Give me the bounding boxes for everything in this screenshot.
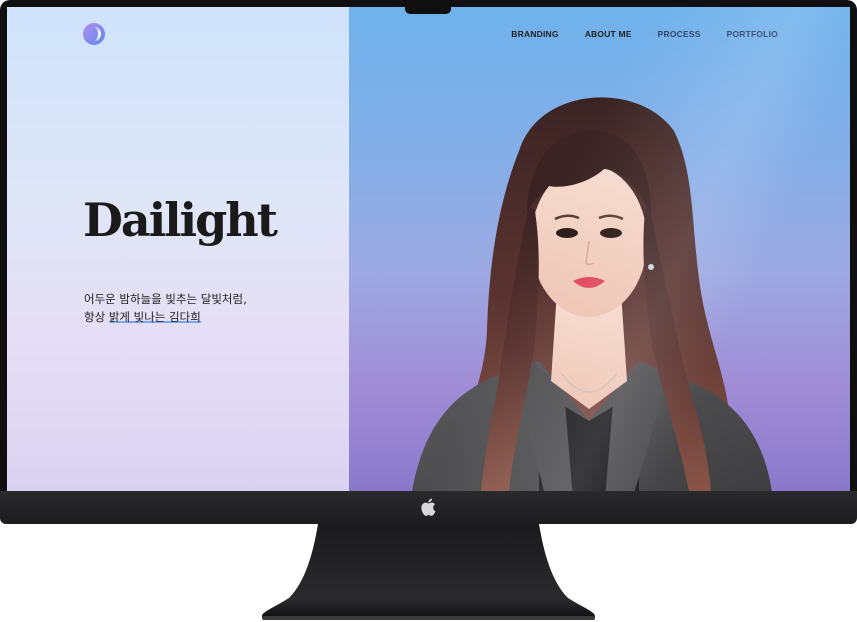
nav-about-me[interactable]: ABOUT ME bbox=[585, 29, 632, 39]
hero-right-panel bbox=[349, 7, 850, 491]
tagline-prefix: 항상 bbox=[84, 310, 109, 324]
hero-tagline: 어두운 밤하늘을 빛추는 달빛처럼, 항상 밝게 빛나는 김다희 bbox=[84, 290, 247, 326]
nav-process[interactable]: PROCESS bbox=[658, 29, 701, 39]
woman-portrait-image bbox=[412, 97, 772, 491]
top-navigation: BRANDING ABOUT ME PROCESS PORTFOLIO bbox=[511, 29, 778, 39]
apple-logo-icon bbox=[421, 498, 436, 516]
tagline-line-2: 항상 밝게 빛나는 김다희 bbox=[84, 308, 247, 326]
camera-notch bbox=[405, 6, 451, 14]
nav-branding[interactable]: BRANDING bbox=[511, 29, 558, 39]
brand-title: Dailight bbox=[83, 193, 278, 247]
tagline-highlight: 밝게 빛나는 김다희 bbox=[108, 310, 201, 324]
monitor-stand bbox=[262, 524, 595, 620]
hero-left-panel bbox=[7, 7, 349, 491]
gradient-circle-logo-icon[interactable] bbox=[83, 23, 105, 45]
tagline-line-1: 어두운 밤하늘을 빛추는 달빛처럼, bbox=[84, 292, 247, 306]
nav-portfolio[interactable]: PORTFOLIO bbox=[727, 29, 778, 39]
website-screen: BRANDING ABOUT ME PROCESS PORTFOLIO Dail… bbox=[7, 7, 850, 491]
